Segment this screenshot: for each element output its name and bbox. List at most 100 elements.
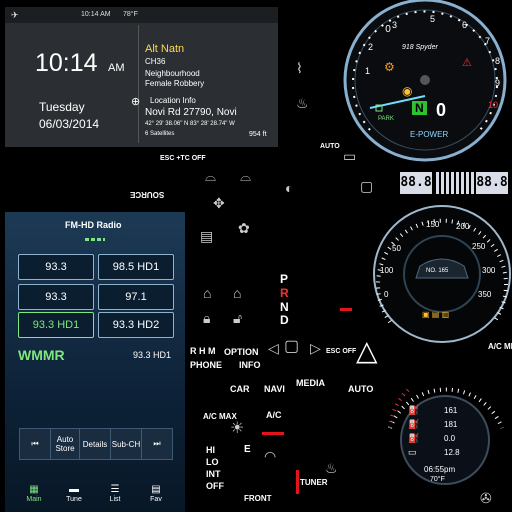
coordinates: 42° 29' 38.06" N 83° 28' 28.74" W bbox=[145, 121, 235, 127]
list-icon: ☰ bbox=[110, 484, 120, 495]
satellite-count: 6 Satellites bbox=[145, 131, 175, 137]
trip-time: 06:55pm bbox=[424, 465, 456, 474]
check-engine-icon: ⚙ bbox=[384, 60, 395, 74]
gear-d[interactable]: D bbox=[280, 313, 289, 327]
brand-label: 918 Spyder bbox=[402, 44, 438, 51]
hi-label[interactable]: HI bbox=[206, 445, 215, 455]
radio-title: FM-HD Radio bbox=[65, 220, 122, 230]
sub-ch-button[interactable]: Sub-CH bbox=[110, 428, 142, 460]
map-icon[interactable]: ▤ bbox=[200, 228, 213, 245]
dpad-icon[interactable]: ✥ bbox=[213, 195, 225, 212]
seek-forward-button[interactable]: ⏭ bbox=[141, 428, 173, 460]
front-label[interactable]: FRONT bbox=[244, 494, 272, 503]
navi-label[interactable]: NAVI bbox=[264, 384, 285, 394]
rear-defrost-icon[interactable]: ▭ bbox=[343, 148, 356, 165]
door-icon[interactable]: ⌂ bbox=[233, 285, 241, 301]
odometer-label: NO. 165 bbox=[426, 268, 449, 274]
e-label[interactable]: E bbox=[244, 444, 251, 455]
gear-n[interactable]: N bbox=[280, 300, 289, 314]
station-name: Alt Natn bbox=[145, 43, 185, 55]
arrow-left-icon[interactable]: ◁ bbox=[268, 340, 279, 357]
seat-heater-icon[interactable]: ♨ bbox=[325, 460, 338, 477]
speed-tick-50: 50 bbox=[392, 244, 401, 253]
option-label[interactable]: OPTION bbox=[224, 347, 259, 357]
preset-1[interactable]: 93.3 bbox=[18, 254, 94, 280]
avg-icon: ⛽ bbox=[408, 433, 420, 443]
menu-square-icon[interactable]: ▢ bbox=[284, 336, 299, 356]
lock-icon[interactable]: 🔒︎ bbox=[203, 310, 210, 327]
esc-off-label[interactable]: ESC OFF bbox=[326, 348, 356, 355]
gear-p[interactable]: P bbox=[280, 272, 288, 286]
speed-tick-0: 0 bbox=[384, 290, 389, 299]
esc-tc-label[interactable]: ESC +TC OFF bbox=[160, 155, 206, 162]
auto-store-button[interactable]: Auto Store bbox=[50, 428, 80, 460]
tab-main-label: Main bbox=[26, 496, 42, 503]
trip-row-1: 161 bbox=[444, 406, 458, 415]
range-icon: ⛽ bbox=[408, 419, 420, 429]
tab-list[interactable]: ☰ List bbox=[97, 484, 133, 510]
preset-4[interactable]: 97.1 bbox=[98, 284, 174, 310]
int-label[interactable]: INT bbox=[206, 469, 221, 479]
warning-lights-icon: ▣ ▤ ▥ bbox=[422, 310, 450, 319]
media-label[interactable]: MEDIA bbox=[296, 378, 325, 388]
speed-tick-150: 150 bbox=[426, 220, 440, 229]
preset-5[interactable]: 93.3 HD1 bbox=[18, 312, 94, 338]
gear-r[interactable]: R bbox=[280, 286, 289, 300]
arrow-right-icon[interactable]: ▷ bbox=[310, 340, 321, 357]
off-label[interactable]: OFF bbox=[206, 481, 224, 491]
digital-display-right: 88.8 bbox=[476, 172, 508, 194]
status-temp: 78°F bbox=[123, 11, 138, 18]
preset-6[interactable]: 93.3 HD2 bbox=[98, 312, 174, 338]
ac-label[interactable]: A/C bbox=[266, 410, 282, 420]
current-station: WMMR bbox=[18, 347, 65, 363]
defrost-icon[interactable]: ⌇ bbox=[296, 60, 303, 77]
tab-list-label: List bbox=[109, 496, 121, 503]
auto-label[interactable]: AUTO bbox=[348, 384, 373, 394]
ac-menu-label[interactable]: A/C MENU bbox=[488, 342, 512, 351]
info-label[interactable]: INFO bbox=[239, 360, 261, 370]
car-label[interactable]: CAR bbox=[230, 384, 250, 394]
seek-back-button[interactable]: ⏮ bbox=[19, 428, 51, 460]
sun-icon[interactable]: ☀ bbox=[230, 418, 244, 438]
trip-temp: 70°F bbox=[430, 476, 445, 483]
car-side-icon[interactable]: ⌓ bbox=[205, 168, 216, 185]
preset-2[interactable]: 98.5 HD1 bbox=[98, 254, 174, 280]
navigation-info-panel: ✈ 10:14 AM 78°F 10:14 AM Tuesday 06/03/2… bbox=[5, 7, 278, 147]
fan-speed-icon[interactable]: ✇ bbox=[480, 490, 492, 507]
window-icon[interactable]: ▢ bbox=[360, 178, 373, 195]
fan-icon[interactable]: ✿ bbox=[238, 220, 250, 237]
details-button[interactable]: Details bbox=[79, 428, 111, 460]
unlock-icon[interactable]: 🔓︎ bbox=[233, 310, 242, 327]
tuner-label[interactable]: TUNER bbox=[300, 478, 328, 487]
tab-main[interactable]: ▦ Main bbox=[16, 484, 52, 510]
hazard-icon[interactable]: △ bbox=[356, 334, 378, 367]
tach-tick-3: 3 bbox=[392, 20, 398, 30]
tab-tune[interactable]: ▬ Tune bbox=[56, 484, 92, 510]
ac-max-label[interactable]: A/C MAX bbox=[203, 412, 237, 421]
road-name: Novi Rd 27790, Novi bbox=[145, 107, 237, 118]
rhm-label[interactable]: R H M bbox=[190, 346, 216, 356]
status-time: 10:14 AM bbox=[81, 11, 111, 18]
preset-3[interactable]: 93.3 bbox=[18, 284, 94, 310]
seat-icon[interactable]: ⌂ bbox=[203, 285, 211, 301]
auto-top-label[interactable]: AUTO bbox=[320, 143, 340, 150]
tachometer-overlay: 5 3 6 7 8 9 10 1 2 918 Spyder ⚙ ⚠ ◉ N 0 … bbox=[340, 0, 512, 166]
day-label: Tuesday bbox=[39, 100, 85, 114]
wiper-icon[interactable]: ◠ bbox=[264, 448, 276, 465]
headlight-icon[interactable]: ◐ bbox=[285, 180, 293, 196]
tab-fav[interactable]: ▤ Fav bbox=[138, 484, 174, 510]
grid-icon: ▦ bbox=[29, 484, 39, 495]
car-icon[interactable]: ⌓ bbox=[240, 168, 251, 185]
tab-tune-label: Tune bbox=[66, 496, 82, 503]
tach-tick-10: 10 bbox=[488, 100, 499, 110]
mode-label: E-POWER bbox=[410, 130, 449, 139]
phone-label[interactable]: PHONE bbox=[190, 360, 222, 370]
heater-icon[interactable]: ♨ bbox=[296, 95, 309, 112]
song-title: Female Robbery bbox=[145, 79, 205, 88]
trip-row-4: 12.8 bbox=[444, 448, 460, 457]
speed-tick-100: 100 bbox=[380, 266, 394, 275]
lo-label[interactable]: LO bbox=[206, 457, 219, 467]
segment-bar bbox=[436, 172, 474, 194]
source-label[interactable]: SOURCE bbox=[130, 190, 164, 199]
digital-display-left: 88.8 bbox=[400, 172, 432, 194]
